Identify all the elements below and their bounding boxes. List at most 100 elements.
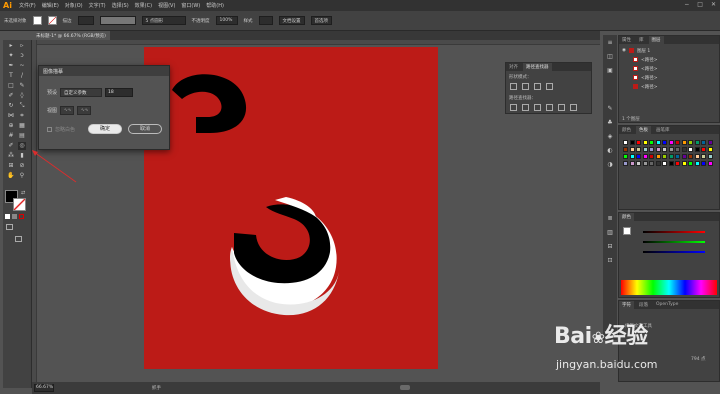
swatch-item[interactable] xyxy=(668,147,674,152)
swatch-item[interactable] xyxy=(642,154,648,159)
maximize-icon[interactable]: □ xyxy=(697,1,703,8)
color-fill-icon[interactable] xyxy=(623,227,631,235)
artboard-tool-icon[interactable]: ⊞ xyxy=(7,162,15,170)
swatch-item[interactable] xyxy=(649,147,654,152)
swatch-item[interactable] xyxy=(681,140,687,145)
stroke-color-swatch[interactable] xyxy=(13,198,26,211)
swatch-item[interactable] xyxy=(629,147,635,152)
selection-tool-icon[interactable]: ▸ xyxy=(7,42,15,50)
layer-row[interactable]: <路径> xyxy=(619,83,720,90)
swatch-item[interactable] xyxy=(688,140,693,145)
swatch-item[interactable] xyxy=(675,161,680,166)
swatch-item[interactable] xyxy=(623,161,628,166)
document-tab[interactable]: 未标题-1* @ 66.67% (RGB/预览) xyxy=(32,31,110,40)
gradient-panel-icon[interactable]: ▥ xyxy=(606,229,614,237)
tab-color[interactable]: 颜色 xyxy=(619,126,634,134)
swatch-item[interactable] xyxy=(623,147,628,152)
swatch-item[interactable] xyxy=(649,161,654,166)
cancel-button[interactable]: 取消 xyxy=(128,124,162,134)
swatch-item[interactable] xyxy=(688,161,693,166)
draw-mode-icon[interactable] xyxy=(6,224,13,230)
menu-file[interactable]: 文件(F) xyxy=(16,2,39,9)
color-mode-icon[interactable] xyxy=(5,214,10,219)
tab-properties[interactable]: 属性 xyxy=(619,36,634,44)
paintbrush-icon[interactable]: ✎ xyxy=(18,82,26,90)
transparency-icon[interactable]: ◑ xyxy=(606,161,614,169)
swatch-item[interactable] xyxy=(655,140,661,145)
green-slider[interactable] xyxy=(643,241,705,243)
swatch-item[interactable] xyxy=(655,147,661,152)
color-mode-icons[interactable] xyxy=(5,214,24,219)
horizontal-ruler[interactable] xyxy=(32,40,600,45)
menu-view[interactable]: 视图(V) xyxy=(155,2,178,9)
minus-back-icon[interactable] xyxy=(570,104,577,111)
swatch-item[interactable] xyxy=(668,161,674,166)
swatch-item[interactable] xyxy=(707,147,713,152)
properties-icon[interactable]: ≡ xyxy=(606,39,614,47)
zoom-field[interactable]: 66.67% xyxy=(34,384,54,392)
hand-tool-icon[interactable]: ✋ xyxy=(7,172,15,180)
opacity-field[interactable]: 100% xyxy=(215,16,238,25)
lasso-icon[interactable]: ↄ xyxy=(18,52,26,60)
swatch-item[interactable] xyxy=(668,154,674,159)
swatch-item[interactable] xyxy=(662,147,667,152)
tab-opentype[interactable]: OpenType xyxy=(653,301,681,309)
align-panel-icon[interactable]: ⊟ xyxy=(606,243,614,251)
swatch-item[interactable] xyxy=(629,161,635,166)
swatch-item[interactable] xyxy=(649,140,654,145)
swatch-item[interactable] xyxy=(636,154,641,159)
swatch-item[interactable] xyxy=(675,140,680,145)
swatch-item[interactable] xyxy=(707,154,713,159)
shaper-tool-icon[interactable]: ✐ xyxy=(7,92,15,100)
tab-pathfinder[interactable]: 路径查找器 xyxy=(523,63,552,71)
menu-type[interactable]: 文字(T) xyxy=(86,2,109,9)
divide-icon[interactable] xyxy=(510,104,517,111)
swatch-item[interactable] xyxy=(707,140,713,145)
fill-swatch[interactable] xyxy=(32,16,42,25)
menu-help[interactable]: 帮助(H) xyxy=(203,2,227,9)
artboard[interactable] xyxy=(144,47,438,369)
swatch-item[interactable] xyxy=(707,161,713,166)
swatch-item[interactable] xyxy=(642,147,648,152)
preferences-button[interactable]: 首选项 xyxy=(310,16,332,25)
intersect-icon[interactable] xyxy=(534,83,541,90)
gradient-mode-icon[interactable] xyxy=(12,214,17,219)
swatch-item[interactable] xyxy=(681,147,687,152)
swatch-item[interactable] xyxy=(649,154,654,159)
layer-row-main[interactable]: ◉ 图层 1 xyxy=(619,47,720,54)
swatch-item[interactable] xyxy=(694,161,700,166)
libraries-icon[interactable]: ▣ xyxy=(606,67,614,75)
graph-tool-icon[interactable]: ▮ xyxy=(18,152,26,160)
swatch-item[interactable] xyxy=(642,161,648,166)
horizontal-scrollbar[interactable] xyxy=(400,385,410,390)
artwork-svg[interactable] xyxy=(144,47,438,369)
swatch-item[interactable] xyxy=(655,154,661,159)
swatch-item[interactable] xyxy=(668,140,674,145)
stroke-panel-icon[interactable]: ≣ xyxy=(606,215,614,223)
ignore-checkbox[interactable] xyxy=(47,127,52,132)
style-dropdown[interactable] xyxy=(258,16,273,25)
view-option-1[interactable]: ∿∿ xyxy=(60,106,75,115)
layer-row[interactable]: <路径> xyxy=(619,56,720,63)
blend-tool-icon[interactable]: ◎ xyxy=(18,142,26,150)
menu-object[interactable]: 对象(O) xyxy=(62,2,86,9)
swatch-item[interactable] xyxy=(688,154,693,159)
stroke-swatch[interactable] xyxy=(47,16,57,25)
graphic-styles-icon[interactable]: ◈ xyxy=(606,133,614,141)
slice-tool-icon[interactable]: ⊘ xyxy=(18,162,26,170)
swatch-item[interactable] xyxy=(629,140,635,145)
tab-paragraph[interactable]: 段落 xyxy=(636,301,651,309)
vertical-ruler[interactable] xyxy=(32,40,37,382)
brush-dropdown[interactable]: 5 点圆形 xyxy=(141,16,186,25)
trim-icon[interactable] xyxy=(522,104,529,111)
scale-tool-icon[interactable]: ⤡ xyxy=(18,102,26,110)
eraser-icon[interactable]: ◊ xyxy=(18,92,26,100)
transform-panel-icon[interactable]: ⊡ xyxy=(606,257,614,265)
gradient-tool-icon[interactable]: ▤ xyxy=(18,132,26,140)
minus-front-icon[interactable] xyxy=(522,83,529,90)
rotate-tool-icon[interactable]: ↻ xyxy=(7,102,15,110)
rectangle-tool-icon[interactable]: □ xyxy=(7,82,15,90)
swatch-item[interactable] xyxy=(701,140,706,145)
menu-edit[interactable]: 编辑(E) xyxy=(39,2,62,9)
type-tool-icon[interactable]: T xyxy=(7,72,15,80)
